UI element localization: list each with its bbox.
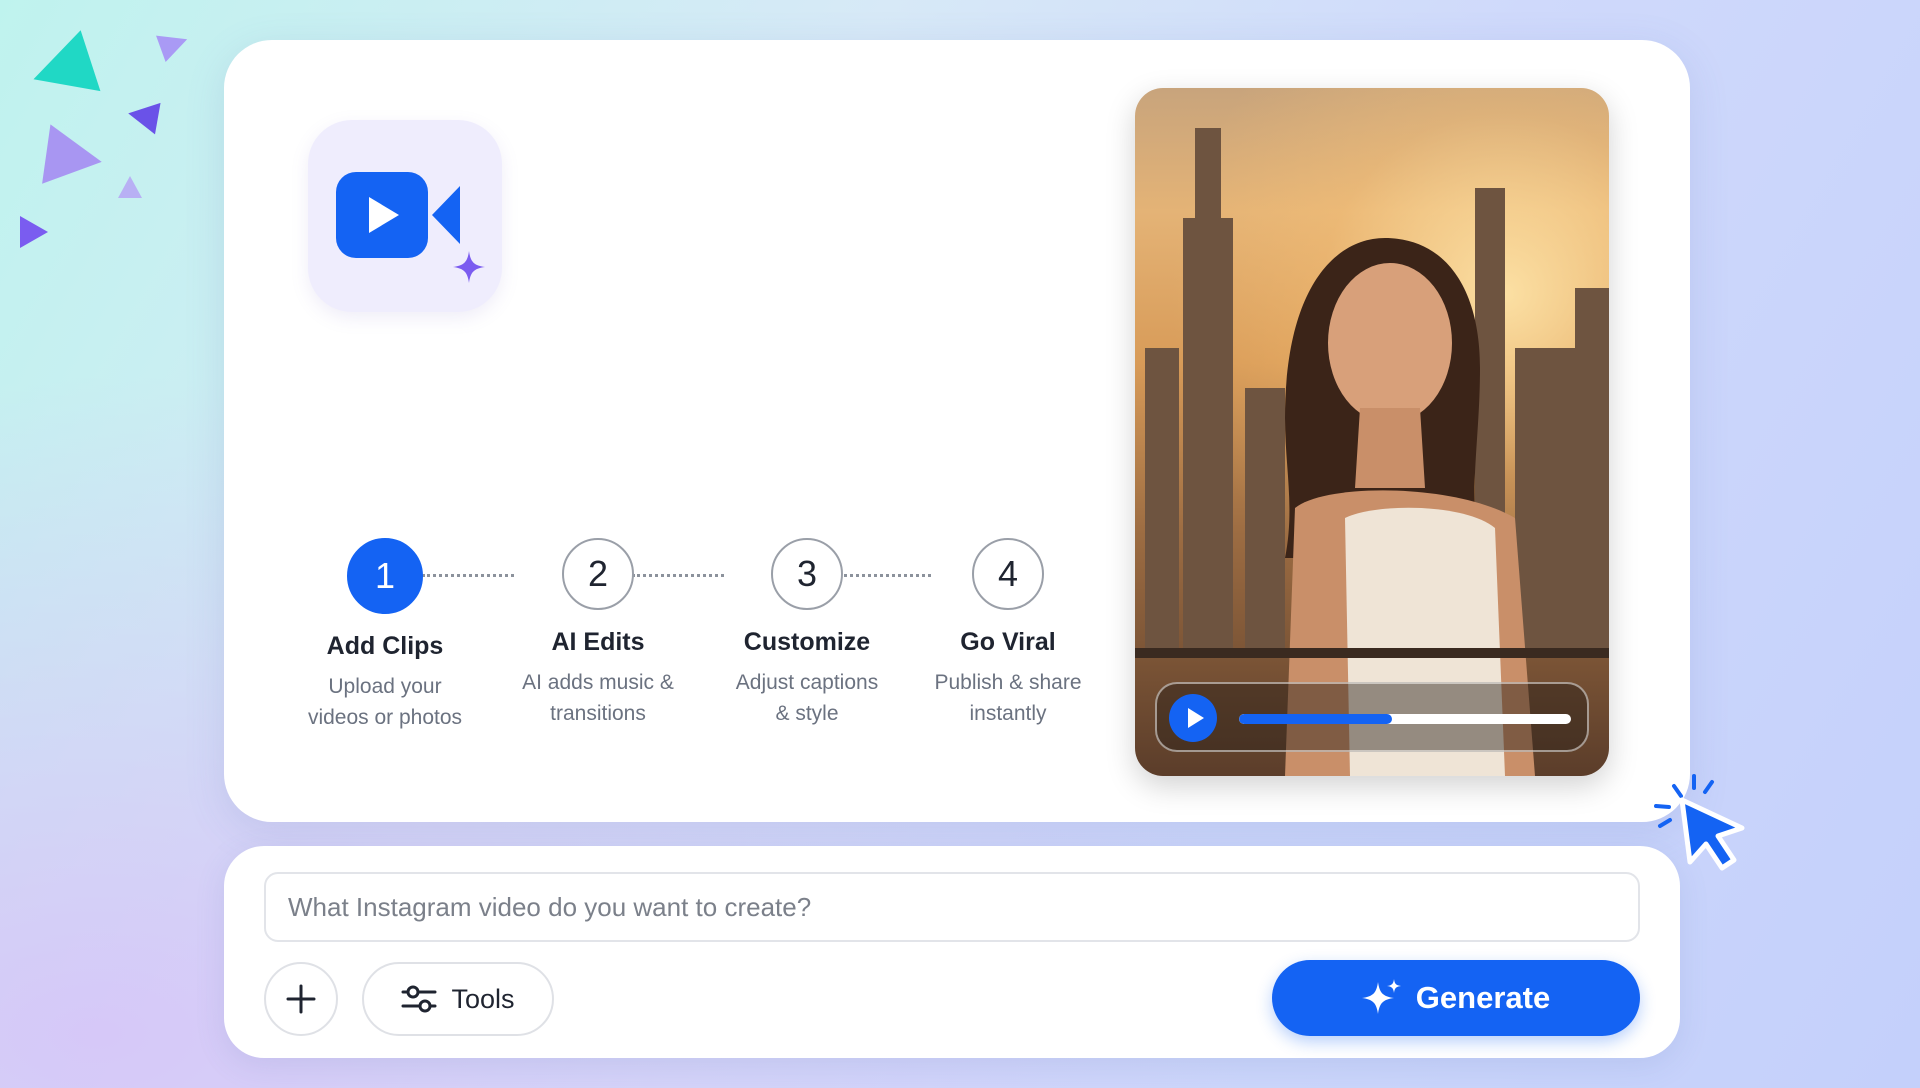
video-preview[interactable] xyxy=(1135,88,1609,776)
tools-label: Tools xyxy=(451,983,515,1014)
video-subject xyxy=(1285,238,1535,776)
prompt-input[interactable] xyxy=(264,872,1640,942)
decor-triangle-violet-mid xyxy=(125,97,161,135)
play-icon xyxy=(1188,708,1204,728)
decor-triangle-small-top xyxy=(156,26,192,62)
step-add-clips: 1 Add Clips Upload your videos or photos xyxy=(285,538,485,733)
decor-triangle-large xyxy=(42,124,106,192)
video-railing xyxy=(1135,648,1609,658)
step-number: 1 xyxy=(347,538,423,614)
progress-slider[interactable] xyxy=(1239,714,1571,724)
step-customize: 3 Customize Adjust captions & style xyxy=(707,538,907,729)
step-description: Upload your videos or photos xyxy=(307,675,463,729)
camera-lens-shape xyxy=(432,186,460,244)
sparkles-icon xyxy=(1361,979,1401,1014)
play-glyph xyxy=(369,197,399,233)
add-button[interactable] xyxy=(264,962,338,1036)
step-ai-edits: 2 AI Edits AI adds music & transitions xyxy=(498,538,698,729)
step-number: 4 xyxy=(972,538,1044,610)
step-title: Customize xyxy=(743,628,871,656)
video-player-controls xyxy=(1155,682,1589,752)
app-icon-tile xyxy=(308,120,502,312)
play-button[interactable] xyxy=(1169,694,1217,742)
step-title: Add Clips xyxy=(326,632,444,660)
video-camera-icon xyxy=(336,172,428,258)
step-description: Publish & share instantly xyxy=(934,671,1082,725)
step-go-viral: 4 Go Viral Publish & share instantly xyxy=(908,538,1108,729)
plus-icon xyxy=(286,984,316,1014)
step-description: Adjust captions & style xyxy=(735,671,879,725)
step-description: AI adds music & transitions xyxy=(522,671,674,725)
sparkle-icon xyxy=(453,251,485,283)
decor-triangle-tiny xyxy=(118,176,142,198)
sliders-icon xyxy=(401,985,437,1013)
step-title: Go Viral xyxy=(960,628,1056,656)
prompt-card: Tools Generate xyxy=(224,846,1680,1058)
generate-button[interactable]: Generate xyxy=(1272,960,1640,1036)
tools-button[interactable]: Tools xyxy=(362,962,554,1036)
decor-triangle-teal xyxy=(23,30,101,110)
cursor-click-icon xyxy=(1654,774,1745,871)
progress-fill xyxy=(1239,714,1392,724)
decor-triangle-bottom xyxy=(20,216,48,248)
step-number: 3 xyxy=(771,538,843,610)
step-number: 2 xyxy=(562,538,634,610)
main-card: 1 Add Clips Upload your videos or photos… xyxy=(224,40,1690,822)
generate-label: Generate xyxy=(1415,980,1551,1015)
step-title: AI Edits xyxy=(551,628,645,656)
